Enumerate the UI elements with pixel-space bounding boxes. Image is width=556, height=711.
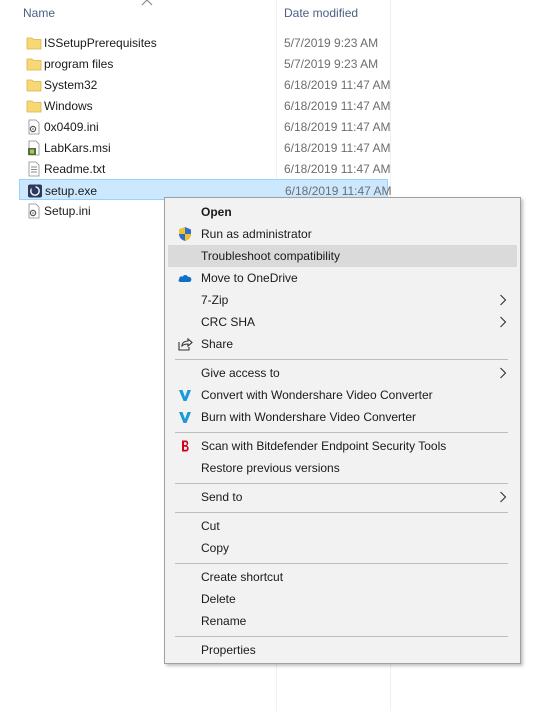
menu-item-label: Create shortcut: [201, 570, 284, 584]
file-name: Readme.txt: [44, 162, 106, 176]
menu-item-label: Open: [201, 205, 232, 219]
menu-item-label: 7-Zip: [201, 293, 229, 307]
menu-separator: [175, 359, 508, 360]
menu-item-run-as-administrator[interactable]: Run as administrator: [168, 223, 517, 245]
submenu-chevron-icon: [500, 294, 507, 306]
menu-item-label: Run as administrator: [201, 227, 312, 241]
menu-item-label: Convert with Wondershare Video Converter: [201, 388, 433, 402]
menu-item-send-to[interactable]: Send to: [168, 486, 517, 508]
menu-item-label: Cut: [201, 519, 220, 533]
sort-ascending-icon: [141, 0, 153, 6]
menu-item-label: Burn with Wondershare Video Converter: [201, 410, 417, 424]
wondershare-v-icon: [179, 390, 191, 401]
menu-item-rename[interactable]: Rename: [168, 610, 517, 632]
menu-item-label: Restore previous versions: [201, 461, 340, 475]
menu-item-scan-bitdefender[interactable]: Scan with Bitdefender Endpoint Security …: [168, 435, 517, 457]
settings-file-icon: [28, 119, 40, 135]
file-name: Windows: [44, 99, 93, 113]
menu-separator: [175, 512, 508, 513]
folder-icon: [26, 37, 42, 50]
menu-item-label: Send to: [201, 490, 243, 504]
file-name: Setup.ini: [44, 204, 91, 218]
column-header-name[interactable]: Name: [23, 6, 55, 20]
menu-item-label: Troubleshoot compatibility: [201, 249, 340, 263]
file-row-readme-txt[interactable]: Readme.txt 6/18/2019 11:47 AM: [19, 158, 391, 179]
menu-item-label: Properties: [201, 643, 256, 657]
menu-item-label: Delete: [201, 592, 236, 606]
setup-exe-icon: [28, 184, 42, 198]
file-date: 6/18/2019 11:47 AM: [284, 78, 391, 92]
file-row-windows[interactable]: Windows 6/18/2019 11:47 AM: [19, 95, 391, 116]
context-menu: Open Run as administrator Troubleshoot c…: [164, 197, 521, 664]
file-name: LabKars.msi: [44, 141, 111, 155]
menu-item-label: Scan with Bitdefender Endpoint Security …: [201, 439, 447, 453]
settings-file-icon: [28, 203, 40, 219]
file-date: 5/7/2019 9:23 AM: [284, 36, 379, 50]
file-date: 6/18/2019 11:47 AM: [284, 120, 391, 134]
menu-item-crc-sha[interactable]: CRC SHA: [168, 311, 517, 333]
uac-shield-icon: [179, 227, 191, 241]
file-row-0x0409-ini[interactable]: 0x0409.ini 6/18/2019 11:47 AM: [19, 116, 391, 137]
menu-item-label: Rename: [201, 614, 247, 628]
menu-item-create-shortcut[interactable]: Create shortcut: [168, 566, 517, 588]
column-header-date-modified[interactable]: Date modified: [284, 6, 358, 20]
menu-separator: [175, 432, 508, 433]
menu-item-properties[interactable]: Properties: [168, 639, 517, 661]
onedrive-cloud-icon: [178, 274, 192, 282]
file-name: System32: [44, 78, 98, 92]
menu-item-label: Copy: [201, 541, 230, 555]
file-row-system32[interactable]: System32 6/18/2019 11:47 AM: [19, 74, 391, 95]
menu-item-7-zip[interactable]: 7-Zip: [168, 289, 517, 311]
menu-item-open[interactable]: Open: [168, 201, 517, 223]
file-explorer-window: Name Date modified ISSetupPrerequisites …: [0, 0, 556, 711]
menu-item-cut[interactable]: Cut: [168, 515, 517, 537]
folder-icon: [26, 79, 42, 92]
file-date: 6/18/2019 11:47 AM: [284, 141, 391, 155]
menu-item-troubleshoot-compatibility[interactable]: Troubleshoot compatibility: [168, 245, 517, 267]
share-icon: [178, 337, 193, 351]
menu-item-give-access-to[interactable]: Give access to: [168, 362, 517, 384]
menu-item-label: Share: [201, 337, 234, 351]
menu-separator: [175, 483, 508, 484]
file-name: 0x0409.ini: [44, 120, 99, 134]
file-date: 5/7/2019 9:23 AM: [284, 57, 379, 71]
file-name: setup.exe: [45, 184, 98, 198]
menu-item-delete[interactable]: Delete: [168, 588, 517, 610]
bitdefender-b-icon: [182, 440, 189, 452]
menu-item-convert-wondershare[interactable]: Convert with Wondershare Video Converter: [168, 384, 517, 406]
file-row-program-files[interactable]: program files 5/7/2019 9:23 AM: [19, 53, 388, 74]
installer-package-icon: [28, 140, 40, 156]
submenu-chevron-icon: [500, 316, 507, 328]
file-row-labkars-msi[interactable]: LabKars.msi 6/18/2019 11:47 AM: [19, 137, 391, 158]
wondershare-v-icon: [179, 412, 191, 423]
menu-item-restore-previous-versions[interactable]: Restore previous versions: [168, 457, 517, 479]
submenu-chevron-icon: [500, 491, 507, 503]
text-file-icon: [28, 161, 40, 177]
file-date: 6/18/2019 11:47 AM: [285, 184, 392, 198]
menu-item-label: CRC SHA: [201, 315, 256, 329]
menu-item-label: Give access to: [201, 366, 280, 380]
menu-item-copy[interactable]: Copy: [168, 537, 517, 559]
file-row-issetupprerequisites[interactable]: ISSetupPrerequisites 5/7/2019 9:23 AM: [19, 32, 388, 53]
menu-item-burn-wondershare[interactable]: Burn with Wondershare Video Converter: [168, 406, 517, 428]
menu-item-move-to-onedrive[interactable]: Move to OneDrive: [168, 267, 517, 289]
file-date: 6/18/2019 11:47 AM: [284, 99, 391, 113]
file-name: program files: [44, 57, 114, 71]
menu-separator: [175, 636, 508, 637]
file-date: 6/18/2019 11:47 AM: [284, 162, 391, 176]
file-name: ISSetupPrerequisites: [44, 36, 157, 50]
menu-item-label: Move to OneDrive: [201, 271, 298, 285]
folder-icon: [26, 58, 42, 71]
menu-item-share[interactable]: Share: [168, 333, 517, 355]
folder-icon: [26, 100, 42, 113]
submenu-chevron-icon: [500, 367, 507, 379]
menu-separator: [175, 563, 508, 564]
